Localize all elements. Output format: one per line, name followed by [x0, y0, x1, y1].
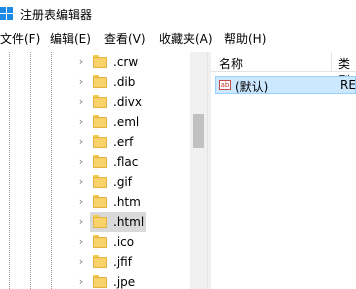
tree-item-label: .ico — [113, 235, 135, 249]
column-divider[interactable] — [331, 52, 332, 72]
title-bar: 注册表编辑器 — [0, 0, 356, 28]
expand-chevron-icon[interactable]: › — [75, 195, 87, 209]
tree-item-label: .gif — [113, 175, 132, 189]
expand-chevron-icon[interactable]: › — [75, 55, 87, 69]
tree-item[interactable]: › .htm — [0, 192, 190, 212]
expand-chevron-icon[interactable]: › — [75, 135, 87, 149]
menu-bar: 文件(F) 编辑(E) 查看(V) 收藏夹(A) 帮助(H) — [0, 28, 356, 48]
folder-icon — [93, 275, 107, 288]
expand-chevron-icon[interactable]: › — [75, 255, 87, 269]
expand-chevron-icon[interactable]: › — [75, 235, 87, 249]
menu-edit[interactable]: 编辑(E) — [50, 30, 91, 47]
folder-icon — [93, 235, 107, 248]
tree-item-label: .divx — [113, 95, 142, 109]
tree-item[interactable]: › .jpe — [0, 272, 190, 289]
column-header-name[interactable]: 名称 — [219, 55, 243, 72]
tree-item[interactable]: › .divx — [0, 92, 190, 112]
folder-icon — [93, 175, 107, 188]
tree-item-label: .flac — [113, 155, 139, 169]
tree-item-label: .jpe — [113, 275, 136, 289]
folder-icon — [93, 75, 107, 88]
tree-item[interactable]: › .crw — [0, 52, 190, 72]
expand-chevron-icon[interactable]: › — [75, 215, 87, 229]
tree-item-label: .crw — [113, 55, 139, 69]
folder-icon — [93, 55, 107, 68]
expand-chevron-icon[interactable]: › — [75, 275, 87, 289]
tree-item-label: .dib — [113, 75, 136, 89]
values-list[interactable]: 名称 类型 ab (默认) RE — [211, 52, 356, 289]
value-name: (默认) — [235, 80, 269, 94]
tree-item[interactable]: › .erf — [0, 132, 190, 152]
tree-item[interactable]: › .dib — [0, 72, 190, 92]
menu-favorites[interactable]: 收藏夹(A) — [159, 30, 213, 47]
tree-item[interactable]: › .flac — [0, 152, 190, 172]
registry-tree[interactable]: › .crw › .dib › .divx › .eml › .erf › .flac › .gif › .h… — [0, 52, 207, 289]
tree-item-label: .html — [113, 215, 145, 229]
tree-scrollbar[interactable] — [190, 52, 207, 289]
window-title: 注册表编辑器 — [20, 8, 93, 22]
expand-chevron-icon[interactable]: › — [75, 175, 87, 189]
tree-item-label: .htm — [113, 195, 141, 209]
tree-item[interactable]: › .gif — [0, 172, 190, 192]
tree-item-label: .erf — [113, 135, 134, 149]
folder-icon — [93, 155, 107, 168]
folder-icon — [93, 115, 107, 128]
registry-editor-icon — [0, 7, 14, 21]
expand-chevron-icon[interactable]: › — [75, 95, 87, 109]
expand-chevron-icon[interactable]: › — [75, 75, 87, 89]
menu-help[interactable]: 帮助(H) — [224, 30, 266, 47]
menu-view[interactable]: 查看(V) — [104, 30, 146, 47]
value-type: RE — [340, 78, 356, 92]
folder-icon — [93, 95, 107, 108]
value-row-default[interactable]: ab (默认) RE — [215, 76, 356, 94]
folder-icon — [93, 215, 107, 228]
ab-string-icon: ab — [219, 80, 231, 90]
folder-icon — [93, 255, 107, 268]
scrollbar-thumb[interactable] — [193, 114, 204, 148]
tree-item[interactable]: › .html — [0, 212, 190, 232]
expand-chevron-icon[interactable]: › — [75, 115, 87, 129]
folder-icon — [93, 195, 107, 208]
list-header: 名称 类型 — [211, 52, 356, 88]
menu-file[interactable]: 文件(F) — [0, 30, 40, 47]
tree-item-label: .eml — [113, 115, 140, 129]
tree-item[interactable]: › .eml — [0, 112, 190, 132]
expand-chevron-icon[interactable]: › — [75, 155, 87, 169]
folder-icon — [93, 135, 107, 148]
tree-item[interactable]: › .jfif — [0, 252, 190, 272]
tree-item-label: .jfif — [113, 255, 132, 269]
tree-item[interactable]: › .ico — [0, 232, 190, 252]
